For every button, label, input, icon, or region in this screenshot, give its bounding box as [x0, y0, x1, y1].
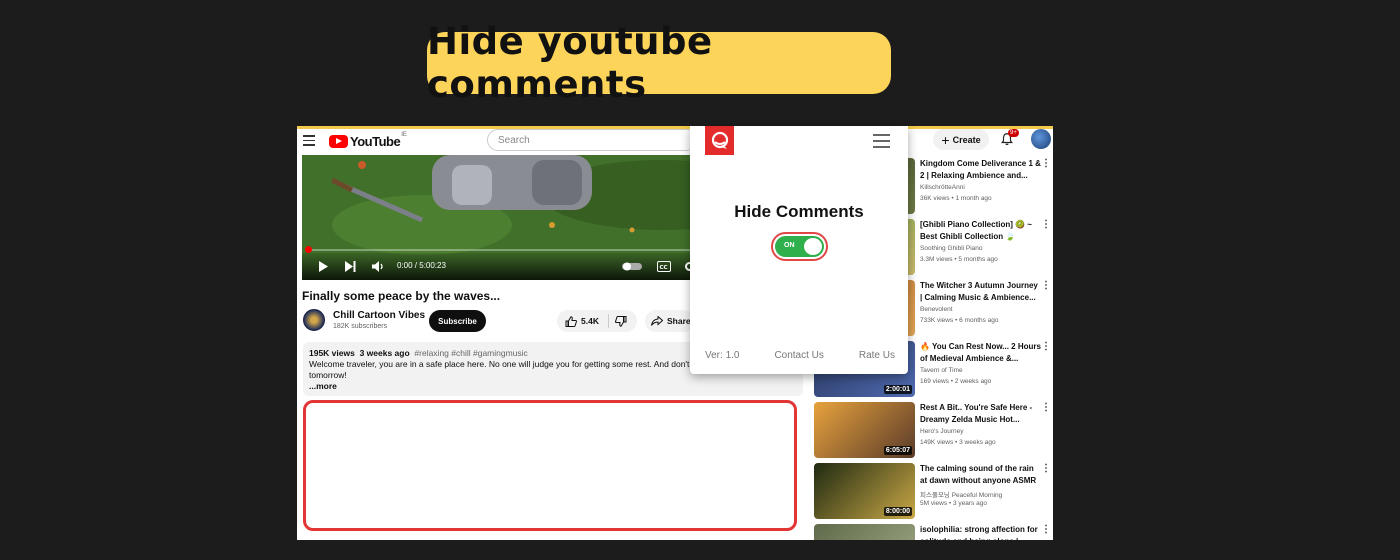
recommended-channel[interactable]: Hero's Journey: [920, 428, 964, 435]
thumbs-up-icon: [565, 315, 577, 327]
thumbs-down-icon: [615, 315, 627, 327]
rate-us-link[interactable]: Rate Us: [859, 350, 895, 361]
popup-footer: Ver: 1.0 Contact Us Rate Us: [705, 350, 895, 361]
hashtags[interactable]: #relaxing #chill #gamingmusic: [414, 348, 527, 358]
show-more-link[interactable]: ...more: [309, 381, 797, 392]
captions-icon[interactable]: CC: [657, 261, 671, 272]
share-button[interactable]: Share: [645, 310, 695, 332]
recommended-channel[interactable]: Tavern of Time: [920, 367, 963, 374]
toggle-label: ON: [784, 242, 795, 249]
plus-icon: +: [941, 131, 950, 148]
youtube-logo-text: YouTube: [350, 133, 401, 149]
video-duration: 8:00:00: [883, 507, 912, 516]
video-time: 0:00 / 5:00:23: [397, 261, 446, 270]
popup-menu-icon[interactable]: [873, 134, 890, 152]
next-icon[interactable]: [345, 261, 356, 272]
upload-age: 3 weeks ago: [359, 348, 410, 358]
search-placeholder: Search: [498, 134, 530, 146]
recommended-title[interactable]: [Ghibli Piano Collection] 🥝 ~ Best Ghibl…: [920, 219, 1042, 243]
toggle-knob: [804, 238, 822, 255]
play-icon[interactable]: [318, 261, 328, 272]
subscriber-count: 182K subscribers: [333, 323, 388, 330]
recommended-title[interactable]: isolophilia: strong affection for solitu…: [920, 524, 1042, 540]
recommended-channel[interactable]: Soothing Ghibli Piano: [920, 245, 983, 252]
dislike-button[interactable]: [609, 315, 627, 327]
share-icon: [651, 316, 663, 326]
recommended-title[interactable]: Kingdom Come Deliverance 1 & 2 | Relaxin…: [920, 158, 1042, 181]
more-options-icon[interactable]: ⋮: [1041, 341, 1051, 352]
popup-title: Hide Comments: [734, 202, 864, 221]
recommended-title[interactable]: The Witcher 3 Autumn Journey | Calming M…: [920, 280, 1042, 303]
video-duration: 6:05:07: [883, 446, 912, 455]
menu-icon[interactable]: [303, 135, 315, 146]
youtube-topbar: YouTube IE Search + Create 9+: [297, 129, 1053, 155]
contact-us-link[interactable]: Contact Us: [774, 350, 823, 361]
version-label: Ver: 1.0: [705, 350, 740, 361]
youtube-play-icon: [329, 134, 348, 148]
like-count: 5.4K: [581, 316, 599, 326]
notification-badge: 9+: [1008, 129, 1019, 137]
recommended-title[interactable]: Rest A Bit.. You're Safe Here - Dreamy Z…: [920, 402, 1042, 425]
toggle-track: ON: [775, 236, 824, 257]
video-thumbnail[interactable]: [814, 524, 915, 540]
recommended-video[interactable]: isolophilia: strong affection for solitu…: [814, 524, 1053, 540]
recommended-channel[interactable]: 피스풀모닝 Peaceful Morning: [920, 489, 1002, 499]
youtube-screenshot: YouTube IE Search + Create 9+ 0:00 / 5:0…: [297, 126, 1053, 540]
page-banner-title: Hide youtube comments: [427, 20, 891, 106]
channel-avatar[interactable]: [303, 309, 325, 331]
recommended-meta: 36K views • 1 month ago: [920, 195, 992, 202]
recommended-title[interactable]: 🔥 You Can Rest Now... 2 Hours of Medieva…: [920, 341, 1042, 364]
create-label: Create: [952, 134, 981, 145]
recommended-title[interactable]: The calming sound of the rain at dawn wi…: [920, 463, 1042, 486]
recommended-channel[interactable]: Benevolent: [920, 306, 953, 313]
autoplay-toggle-icon[interactable]: [622, 262, 642, 271]
like-dislike-group: 5.4K: [557, 310, 637, 332]
recommended-meta: 149K views • 3 weeks ago: [920, 439, 996, 446]
recommended-meta: 169 views • 2 weeks ago: [920, 378, 992, 385]
recommended-meta: 733K views • 6 months ago: [920, 317, 999, 324]
svg-text:CC: CC: [660, 265, 668, 271]
view-count: 195K views: [309, 348, 355, 358]
progress-scrubber[interactable]: [305, 246, 312, 253]
create-button[interactable]: + Create: [933, 129, 989, 150]
more-options-icon[interactable]: ⋮: [1041, 219, 1051, 230]
like-button[interactable]: 5.4K: [557, 314, 609, 328]
volume-icon[interactable]: [372, 261, 385, 272]
speech-bubble-icon: [711, 131, 728, 149]
hidden-comments-area: [303, 400, 797, 531]
youtube-logo[interactable]: YouTube IE: [329, 132, 407, 150]
more-options-icon[interactable]: ⋮: [1041, 463, 1051, 474]
recommended-meta: 5M views • 3 years ago: [920, 500, 987, 507]
account-avatar[interactable]: [1031, 129, 1051, 149]
search-input[interactable]: Search: [487, 129, 697, 151]
share-label: Share: [667, 316, 691, 326]
video-duration: 2:00:01: [883, 385, 912, 394]
extension-popup: Hide Comments ON Ver: 1.0 Contact Us Rat…: [690, 126, 908, 374]
video-thumbnail[interactable]: 8:00:00: [814, 463, 915, 519]
subscribe-button[interactable]: Subscribe: [429, 310, 486, 332]
recommended-meta: 3.3M views • 5 months ago: [920, 256, 998, 263]
extension-logo-icon: [705, 126, 734, 155]
more-options-icon[interactable]: ⋮: [1041, 402, 1051, 413]
more-options-icon[interactable]: ⋮: [1041, 280, 1051, 291]
hide-comments-toggle[interactable]: ON: [771, 232, 828, 261]
more-options-icon[interactable]: ⋮: [1041, 524, 1051, 535]
recommended-video[interactable]: 6:05:07 Rest A Bit.. You're Safe Here - …: [814, 402, 1053, 459]
more-options-icon[interactable]: ⋮: [1041, 158, 1051, 169]
recommended-channel[interactable]: KillschrötteAnni: [920, 184, 965, 191]
channel-name[interactable]: Chill Cartoon Vibes: [333, 310, 425, 321]
recommended-video[interactable]: 8:00:00 The calming sound of the rain at…: [814, 463, 1053, 520]
video-thumbnail[interactable]: 6:05:07: [814, 402, 915, 458]
video-title: Finally some peace by the waves...: [302, 289, 501, 303]
youtube-country-code: IE: [401, 132, 407, 138]
